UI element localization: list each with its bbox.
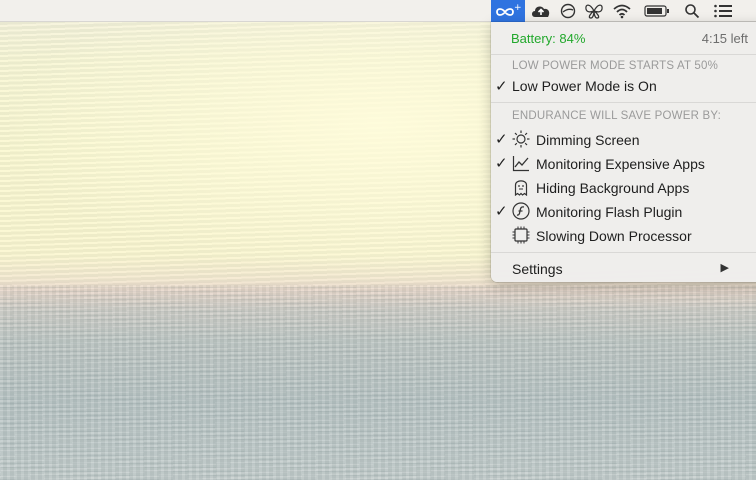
notification-list-icon[interactable] [710, 0, 736, 22]
circle-status-icon[interactable] [556, 0, 580, 22]
battery-icon[interactable] [642, 0, 672, 22]
wifi-icon[interactable] [609, 0, 635, 22]
monitoring-flash-plugin-item[interactable]: ✓ Monitoring Flash Plugin [491, 199, 756, 223]
checkmark-icon: ✓ [495, 131, 508, 148]
spotlight-search-icon[interactable] [680, 0, 704, 22]
monitoring-expensive-apps-label: Monitoring Expensive Apps [536, 156, 705, 172]
ghost-icon [512, 178, 530, 196]
checkmark-icon: ✓ [495, 155, 508, 172]
butterfly-icon[interactable] [581, 0, 607, 22]
menu-separator [491, 252, 756, 253]
cloud-upload-icon[interactable] [528, 0, 554, 22]
dimming-screen-label: Dimming Screen [536, 132, 640, 148]
endurance-dropdown-menu: Battery: 84% 4:15 left LOW POWER MODE ST… [491, 22, 756, 282]
svg-text:+: + [514, 3, 522, 13]
sea-texture [0, 285, 756, 480]
savings-header: ENDURANCE WILL SAVE POWER BY: [512, 110, 722, 122]
low-power-mode-item[interactable]: ✓ Low Power Mode is On [491, 74, 756, 98]
line-chart-icon [512, 154, 530, 172]
battery-status-row: Battery: 84% 4:15 left [491, 26, 756, 50]
menu-separator [491, 54, 756, 55]
cpu-icon [512, 226, 530, 244]
settings-menu-item[interactable]: Settings ▶ [491, 256, 756, 280]
flash-plugin-icon [512, 202, 530, 220]
battery-percentage: Battery: 84% [511, 31, 586, 46]
hiding-background-apps-item[interactable]: Hiding Background Apps [491, 175, 756, 199]
menu-separator [491, 102, 756, 103]
monitoring-expensive-apps-item[interactable]: ✓ Monitoring Expensive Apps [491, 151, 756, 175]
endurance-icon[interactable]: + [491, 0, 525, 22]
low-power-mode-label: Low Power Mode is On [512, 78, 657, 94]
menu-bar: + [0, 0, 756, 22]
sun-icon [512, 130, 530, 148]
slowing-down-processor-item[interactable]: Slowing Down Processor [491, 223, 756, 247]
settings-label: Settings [512, 261, 563, 277]
monitoring-flash-plugin-label: Monitoring Flash Plugin [536, 204, 683, 220]
submenu-arrow-icon: ▶ [720, 262, 729, 274]
checkmark-icon: ✓ [495, 78, 508, 95]
slowing-down-processor-label: Slowing Down Processor [536, 228, 692, 244]
low-power-header: LOW POWER MODE STARTS AT 50% [512, 60, 719, 72]
hiding-background-apps-label: Hiding Background Apps [536, 180, 690, 196]
checkmark-icon: ✓ [495, 203, 508, 220]
dimming-screen-item[interactable]: ✓ Dimming Screen [491, 127, 756, 151]
battery-time-left: 4:15 left [701, 31, 748, 46]
